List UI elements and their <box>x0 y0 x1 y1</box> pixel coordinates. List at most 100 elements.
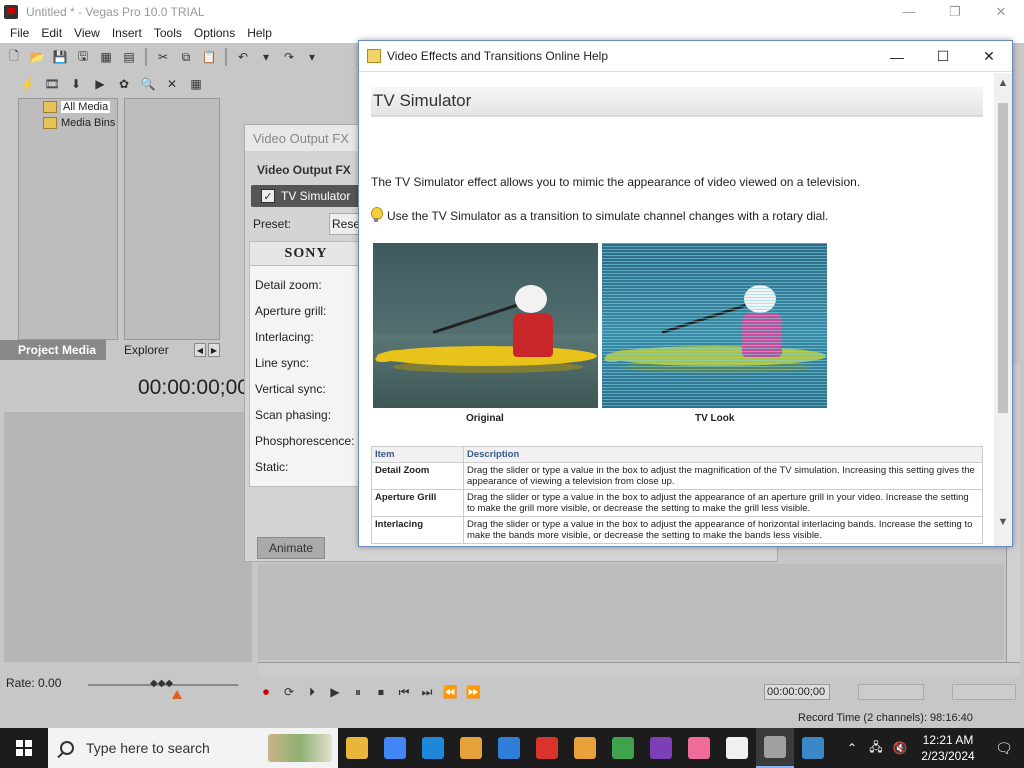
capture-video-icon[interactable]: 🎞 <box>42 74 62 94</box>
taskbar-app-mail[interactable] <box>490 728 528 768</box>
redo-icon[interactable]: ↷ <box>279 47 299 67</box>
track-list[interactable] <box>4 412 252 662</box>
selection-length-field[interactable] <box>952 684 1016 700</box>
taskbar-app-help[interactable] <box>794 728 832 768</box>
tree-item-media-bins[interactable]: Media Bins <box>43 117 115 129</box>
taskbar-app-excel[interactable] <box>604 728 642 768</box>
save-as-icon[interactable]: 🖫 <box>73 47 93 67</box>
volume-muted-icon[interactable]: 🔇 <box>888 741 912 755</box>
menu-tools[interactable]: Tools <box>148 26 188 40</box>
render-icon[interactable]: ▦ <box>96 47 116 67</box>
undo-icon[interactable]: ↶ <box>233 47 253 67</box>
play-from-start-icon[interactable]: ⏵ <box>304 684 320 700</box>
lightbulb-icon <box>371 207 383 223</box>
tab-scroll-left-icon[interactable]: ◀ <box>194 343 206 357</box>
paste-icon[interactable]: 📋 <box>199 47 219 67</box>
taskbar-app-calculator[interactable] <box>452 728 490 768</box>
column-header-description: Description <box>463 446 983 463</box>
taskbar-app-photos[interactable] <box>566 728 604 768</box>
menu-insert[interactable]: Insert <box>106 26 148 40</box>
taskbar-app-onenote[interactable] <box>642 728 680 768</box>
media-tree: All Media Media Bins <box>18 98 118 340</box>
menu-edit[interactable]: Edit <box>35 26 68 40</box>
taskbar-app-edge[interactable] <box>414 728 452 768</box>
help-close-icon[interactable]: ✕ <box>966 41 1012 72</box>
taskbar-app-file-explorer[interactable] <box>338 728 376 768</box>
help-vertical-scrollbar[interactable]: ▲ ▼ <box>994 73 1012 546</box>
get-media-icon[interactable]: ⬇ <box>66 74 86 94</box>
save-icon[interactable]: 💾 <box>50 47 70 67</box>
copy-icon[interactable]: ⧉ <box>176 47 196 67</box>
tab-scroll: ◀ ▶ <box>194 343 232 357</box>
restore-icon[interactable]: ❐ <box>932 0 978 23</box>
help-maximize-icon[interactable]: ☐ <box>920 41 966 72</box>
online-help-window: Video Effects and Transitions Online Hel… <box>358 40 1013 547</box>
taskbar-app-vegas[interactable] <box>756 728 794 768</box>
close-icon[interactable]: ✕ <box>978 0 1024 23</box>
play-icon[interactable]: ▶ <box>327 684 343 700</box>
tab-explorer[interactable]: Explorer <box>106 343 179 357</box>
menu-view[interactable]: View <box>68 26 106 40</box>
fx-plugin-tv-simulator[interactable]: ✓ TV Simulator <box>251 185 361 207</box>
cut-icon[interactable]: ✂ <box>153 47 173 67</box>
media-fx-icon[interactable]: ✿ <box>114 74 134 94</box>
start-button[interactable] <box>0 728 48 768</box>
animate-button[interactable]: Animate <box>257 537 325 559</box>
new-file-icon[interactable]: 🗋 <box>4 47 24 67</box>
network-icon[interactable]: 🖧 <box>864 738 888 759</box>
go-to-start-icon[interactable]: ⏮ <box>396 684 412 700</box>
timeline-area[interactable] <box>258 564 1004 660</box>
cursor-position-field[interactable]: 00:00:00;00 <box>764 684 830 700</box>
media-file-list[interactable] <box>124 98 220 340</box>
menu-help[interactable]: Help <box>241 26 278 40</box>
views-icon[interactable]: ▦ <box>186 74 206 94</box>
media-icon <box>43 101 57 113</box>
calculator-icon <box>460 737 482 759</box>
redo-dropdown-icon[interactable]: ▾ <box>302 47 322 67</box>
taskbar-app-media-player[interactable] <box>718 728 756 768</box>
help-content: TV Simulator The TV Simulator effect all… <box>359 73 995 546</box>
tree-item-all-media[interactable]: All Media <box>43 101 111 113</box>
minimize-icon[interactable]: — <box>886 0 932 23</box>
tray-chevron-icon[interactable]: ⌃ <box>840 741 864 755</box>
next-frame-icon[interactable]: ⏩ <box>465 684 481 700</box>
open-folder-icon[interactable]: 📂 <box>27 47 47 67</box>
timeline-horizontal-scrollbar[interactable] <box>258 662 1020 676</box>
preset-dropdown[interactable]: Reset <box>329 213 359 235</box>
search-media-icon[interactable]: 🔍 <box>138 74 158 94</box>
extract-audio-icon[interactable]: ▶ <box>90 74 110 94</box>
undo-dropdown-icon[interactable]: ▾ <box>256 47 276 67</box>
import-media-icon[interactable]: ⚡ <box>18 74 38 94</box>
scroll-up-icon[interactable]: ▲ <box>994 75 1012 91</box>
taskbar-app-paint[interactable] <box>680 728 718 768</box>
fx-parameters-panel: SONY Detail zoom: Aperture grill: Interl… <box>249 241 362 487</box>
menu-file[interactable]: File <box>4 26 35 40</box>
stop-icon[interactable]: ⏹ <box>373 684 389 700</box>
taskbar-app-opera[interactable] <box>528 728 566 768</box>
go-to-end-icon[interactable]: ⏭ <box>419 684 435 700</box>
vegas-icon <box>764 736 786 758</box>
record-icon[interactable]: ⏺ <box>258 684 274 700</box>
help-minimize-icon[interactable]: — <box>874 41 920 72</box>
tab-scroll-right-icon[interactable]: ▶ <box>208 343 220 357</box>
loop-icon[interactable]: ⟳ <box>281 684 297 700</box>
explorer-pane: ⚡ 🎞 ⬇ ▶ ✿ 🔍 ✕ ▦ All Media Media Bins Pro… <box>0 72 232 362</box>
notification-icon[interactable]: 🗨 <box>984 740 1024 757</box>
taskbar-app-chrome[interactable] <box>376 728 414 768</box>
help-titlebar: Video Effects and Transitions Online Hel… <box>359 41 1012 72</box>
taskbar-search-box[interactable]: Type here to search <box>48 728 338 768</box>
selection-start-field[interactable] <box>858 684 924 700</box>
tab-project-media[interactable]: Project Media <box>0 340 107 360</box>
rate-slider-knob-icon[interactable]: ◆◆◆ <box>150 678 173 689</box>
properties-icon[interactable]: ▤ <box>119 47 139 67</box>
taskbar-clock[interactable]: 12:21 AM 2/23/2024 <box>912 732 984 764</box>
scroll-down-icon[interactable]: ▼ <box>994 514 1012 530</box>
menu-options[interactable]: Options <box>188 26 241 40</box>
previous-frame-icon[interactable]: ⏪ <box>442 684 458 700</box>
plugin-enabled-checkbox[interactable]: ✓ <box>261 189 275 203</box>
help-viewer-icon <box>802 737 824 759</box>
table-header-row: Item Description <box>371 446 983 463</box>
remove-media-icon[interactable]: ✕ <box>162 74 182 94</box>
scroll-thumb[interactable] <box>998 103 1008 413</box>
pause-icon[interactable]: ⏸ <box>350 684 366 700</box>
